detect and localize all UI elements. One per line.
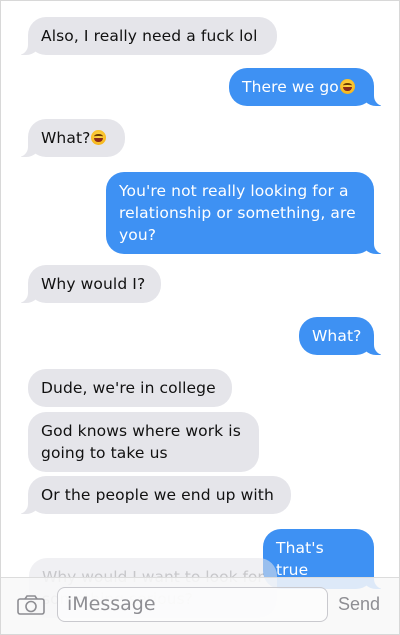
message-text: God knows where work is going to take us — [41, 422, 241, 462]
message-bubble-incoming[interactable]: God knows where work is going to take us — [28, 412, 259, 472]
message-bubble-outgoing[interactable]: What? — [299, 317, 399, 355]
message-text: Also, I really need a fuck lol — [41, 27, 258, 45]
message-text: What? — [312, 327, 362, 345]
chat-screen: Also, I really need a fuck lol There we … — [0, 0, 400, 635]
message-composer-bar: iMessage Send — [1, 577, 399, 634]
message-text: That's true — [276, 539, 324, 579]
message-bubble-incoming[interactable]: Dude, we're in college — [28, 369, 232, 407]
message-bubble-outgoing[interactable]: You're not really looking for a relation… — [106, 172, 399, 254]
imessage-input[interactable]: iMessage — [57, 587, 328, 622]
send-button[interactable]: Send — [338, 592, 380, 616]
message-text: There we go — [242, 78, 339, 96]
camera-icon[interactable] — [17, 595, 45, 615]
message-bubble-incoming[interactable]: Or the people we end up with — [2, 476, 291, 514]
message-text: What? — [41, 129, 91, 147]
message-bubble-outgoing[interactable]: There we go — [229, 68, 399, 106]
message-bubble-incoming[interactable]: Also, I really need a fuck lol — [2, 17, 277, 55]
message-bubble-incoming[interactable]: Why would I? — [2, 265, 161, 303]
laughing-emoji-icon — [339, 79, 355, 94]
laughing-emoji-icon — [91, 130, 107, 145]
message-text: Or the people we end up with — [41, 486, 274, 504]
message-bubble-incoming[interactable]: What? — [2, 119, 125, 157]
message-text: You're not really looking for a relation… — [119, 182, 356, 244]
message-text: Dude, we're in college — [41, 379, 216, 397]
message-text: Why would I? — [41, 275, 146, 293]
